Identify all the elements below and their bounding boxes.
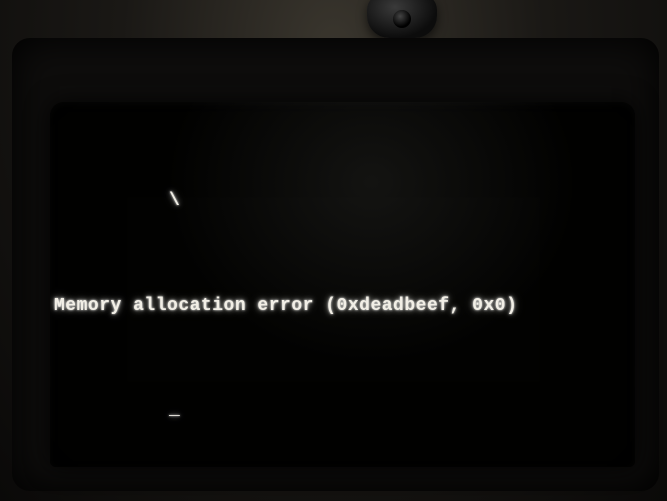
error-message-line: Memory allocation error (0xdeadbeef, 0x0… [54,293,627,319]
photo-scene: \ Memory allocation error (0xdeadbeef, 0… [0,0,667,501]
spinner-char: \ [169,188,180,214]
webcam-device [367,0,437,38]
monitor-bezel: \ Memory allocation error (0xdeadbeef, 0… [12,38,659,491]
crt-screen: \ Memory allocation error (0xdeadbeef, 0… [50,102,635,467]
boot-terminal: \ Memory allocation error (0xdeadbeef, 0… [54,110,627,467]
text-cursor: _ [169,397,180,423]
